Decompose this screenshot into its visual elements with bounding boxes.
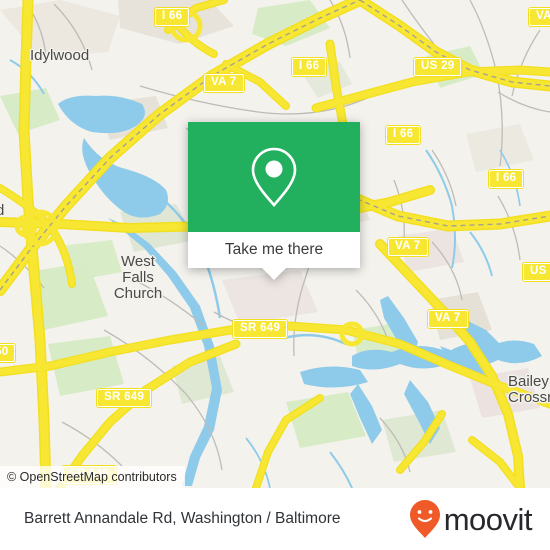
shield-i-66-north: I 66 [155, 8, 190, 26]
shield-i-66-mid: I 66 [386, 126, 421, 144]
shield-us-29: US 29 [414, 58, 462, 76]
shield-sr-649-upper: SR 649 [233, 320, 288, 338]
footer-bar: Barrett Annandale Rd, Washington / Balti… [0, 488, 550, 550]
shield-va-7-top: VA 7 [204, 74, 244, 92]
popup-icon-area [188, 122, 360, 232]
shield-sr-649-left: SR 649 [97, 389, 152, 407]
app-root: Idylwood West Falls Church Bailey Crossr… [0, 0, 550, 550]
moovit-smiley-pin-icon [409, 500, 440, 538]
shield-va-7-mid: VA 7 [388, 238, 428, 256]
location-title: Barrett Annandale Rd, Washington / Balti… [24, 510, 341, 527]
shield-us-50-right: US 5 [523, 263, 550, 281]
take-me-there-label: Take me there [224, 241, 324, 258]
map-attribution[interactable]: © OpenStreetMap contributors [0, 466, 185, 488]
moovit-wordmark: moovit [443, 501, 533, 537]
popup-action-bar[interactable]: Take me there [188, 232, 360, 268]
shield-va-clipped: VA [529, 8, 550, 26]
shield-va-7-lower: VA 7 [428, 310, 468, 328]
moovit-brand[interactable]: moovit [408, 499, 533, 539]
shield-i-66-right: I 66 [489, 170, 524, 188]
shield-50-clipped: 50 [0, 344, 16, 362]
popup-tail [262, 268, 286, 280]
take-me-there-popup[interactable]: Take me there [188, 122, 360, 280]
shield-i-66-top: I 66 [292, 58, 327, 76]
map-pin-icon [251, 147, 297, 207]
